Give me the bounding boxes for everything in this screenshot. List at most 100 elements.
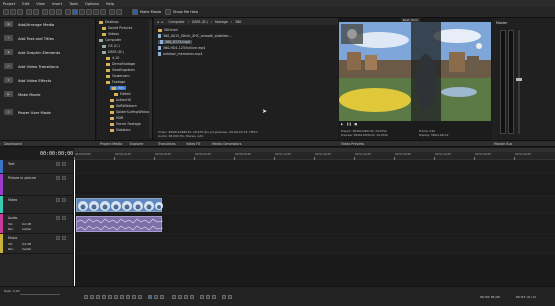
file-item[interactable]: 360_0015_Stitch_XHC_smooth_stabilize...: [158, 34, 232, 38]
tree-item[interactable]: Edited: [114, 92, 131, 96]
menu-help[interactable]: Help: [106, 2, 114, 6]
pan-value[interactable]: Center: [22, 247, 31, 251]
mute-icon[interactable]: [56, 216, 60, 220]
tab-explorer[interactable]: Explorer: [130, 142, 144, 146]
solo-icon[interactable]: [62, 162, 66, 166]
marker-bar[interactable]: [74, 148, 555, 152]
lock-icon[interactable]: [200, 295, 204, 299]
tree-item[interactable]: ActionHX: [110, 98, 131, 102]
help-icon[interactable]: [165, 9, 171, 15]
undo-icon[interactable]: [26, 9, 32, 15]
wizard-item-add-graphics[interactable]: ◆ Add Graphic Elements: [4, 49, 60, 55]
video-clip[interactable]: [76, 198, 163, 212]
timeline-tracks[interactable]: [74, 160, 555, 286]
record-icon[interactable]: [84, 295, 88, 299]
tree-item[interactable]: SpiderSurfingWildcam: [110, 110, 152, 114]
master-fader-handle[interactable]: [516, 78, 522, 81]
tree-item[interactable]: DATA (D:): [102, 50, 124, 54]
path-computer[interactable]: Computer: [168, 20, 184, 24]
tab-master-bus[interactable]: Master Bus: [494, 142, 512, 146]
stop-icon[interactable]: [114, 295, 118, 299]
tree-item[interactable]: Videos: [102, 32, 119, 36]
trim-start-icon[interactable]: [178, 295, 182, 299]
envelope-tool-icon[interactable]: [79, 9, 85, 15]
wizard-item-power-user[interactable]: ⚙ Power User Mode: [4, 109, 51, 115]
normal-edit-tool-icon[interactable]: [148, 295, 152, 299]
tree-item[interactable]: SoftWildcam: [110, 104, 137, 108]
vol-value[interactable]: 0,0 dB: [22, 242, 31, 246]
split-clip-icon[interactable]: [190, 295, 194, 299]
tree-item[interactable]: Footage: [106, 80, 125, 84]
tree-item[interactable]: Desktop: [99, 20, 119, 24]
track-header-video[interactable]: Video: [0, 196, 74, 214]
trim-icon[interactable]: [100, 9, 106, 15]
tree-item[interactable]: Gowercam: [106, 74, 130, 78]
track-name[interactable]: Text: [8, 162, 15, 166]
pan-value[interactable]: Center: [22, 227, 31, 231]
back-icon[interactable]: ◂: [157, 20, 159, 24]
lane-music[interactable]: [74, 234, 555, 254]
redo-icon[interactable]: [33, 9, 39, 15]
tab-video-fx[interactable]: Video FX: [186, 142, 200, 146]
path-footage[interactable]: footage: [215, 20, 228, 24]
lane-audio[interactable]: [74, 214, 555, 234]
cut-icon[interactable]: [42, 9, 48, 15]
file-item[interactable]: Stitched: [158, 28, 178, 32]
wizard-item-add-transitions[interactable]: ⇄ Add Video Transitions: [4, 63, 59, 69]
auto-ripple-icon[interactable]: [222, 295, 226, 299]
master-fader-track[interactable]: [518, 30, 520, 134]
menu-view[interactable]: View: [36, 2, 45, 6]
lane-text[interactable]: [74, 160, 555, 174]
mute-icon[interactable]: [56, 236, 60, 240]
snapping-icon[interactable]: [228, 295, 232, 299]
wizard-item-add-effects[interactable]: ★ Add Video Effects: [4, 77, 51, 83]
play-icon[interactable]: [102, 295, 106, 299]
tree-item[interactable]: Computer: [99, 38, 121, 42]
cursor-tool-icon[interactable]: [72, 9, 78, 15]
go-to-start-icon[interactable]: [120, 295, 124, 299]
copy-icon[interactable]: [49, 9, 55, 15]
track-name[interactable]: Audio: [8, 216, 17, 220]
mute-icon[interactable]: [56, 198, 60, 202]
paste-icon[interactable]: [56, 9, 62, 15]
file-item-selected[interactable]: 360_0173.mp4: [158, 40, 192, 44]
lane-pip[interactable]: [74, 174, 555, 196]
marker-icon[interactable]: [109, 9, 115, 15]
menu-edit[interactable]: Edit: [22, 2, 29, 6]
preview-stop-button[interactable]: ■: [354, 122, 357, 126]
wizard-item-add-text[interactable]: T Add Text and Titles: [4, 35, 54, 41]
track-name[interactable]: Music: [8, 236, 17, 240]
tree-item[interactable]: Saved Pictures: [102, 26, 132, 30]
file-item[interactable]: outdoor_memories.mp4: [158, 52, 202, 56]
track-name[interactable]: Picture in picture: [8, 176, 36, 180]
wizard-icon[interactable]: [132, 9, 138, 15]
menu-tools[interactable]: Tools: [69, 2, 78, 6]
track-header-audio[interactable]: Audio Vol: 0,0 dB Pan: Center: [0, 214, 74, 234]
audio-clip[interactable]: [76, 216, 164, 232]
tree-item[interactable]: DemoFootage: [106, 62, 135, 66]
open-icon[interactable]: [10, 9, 16, 15]
split-icon[interactable]: [93, 9, 99, 15]
solo-icon[interactable]: [62, 236, 66, 240]
pause-icon[interactable]: [108, 295, 112, 299]
save-icon[interactable]: [17, 9, 23, 15]
file-item[interactable]: 360-HD1-1255shlive.mp4: [158, 46, 205, 50]
tree-item[interactable]: OS (C:): [102, 44, 120, 48]
mute-icon[interactable]: [56, 176, 60, 180]
track-header-music[interactable]: Music Vol: 0,0 dB Pan: Center: [0, 234, 74, 254]
wizard-item-add-media[interactable]: ▦ Add/Arrange Media: [4, 21, 54, 27]
tree-item-selected[interactable]: Win: [110, 86, 127, 90]
selection-tool-icon[interactable]: [86, 9, 92, 15]
forward-icon[interactable]: ▸: [162, 20, 164, 24]
path-data[interactable]: DATA (D:): [192, 20, 208, 24]
solo-icon[interactable]: [62, 216, 66, 220]
wizard-item-make-movie[interactable]: ▶ Make Movie: [4, 91, 40, 97]
solo-icon[interactable]: [62, 176, 66, 180]
tree-item[interactable]: Horror Footage: [110, 122, 141, 126]
envelope-edit-tool-icon[interactable]: [154, 295, 158, 299]
prev-frame-icon[interactable]: [132, 295, 136, 299]
mute-icon[interactable]: [56, 162, 60, 166]
show-me-how-button[interactable]: Show Me How: [173, 9, 198, 15]
tab-project-media[interactable]: Project Media: [100, 142, 122, 146]
preview-pause-button[interactable]: ❚❚: [346, 122, 351, 126]
